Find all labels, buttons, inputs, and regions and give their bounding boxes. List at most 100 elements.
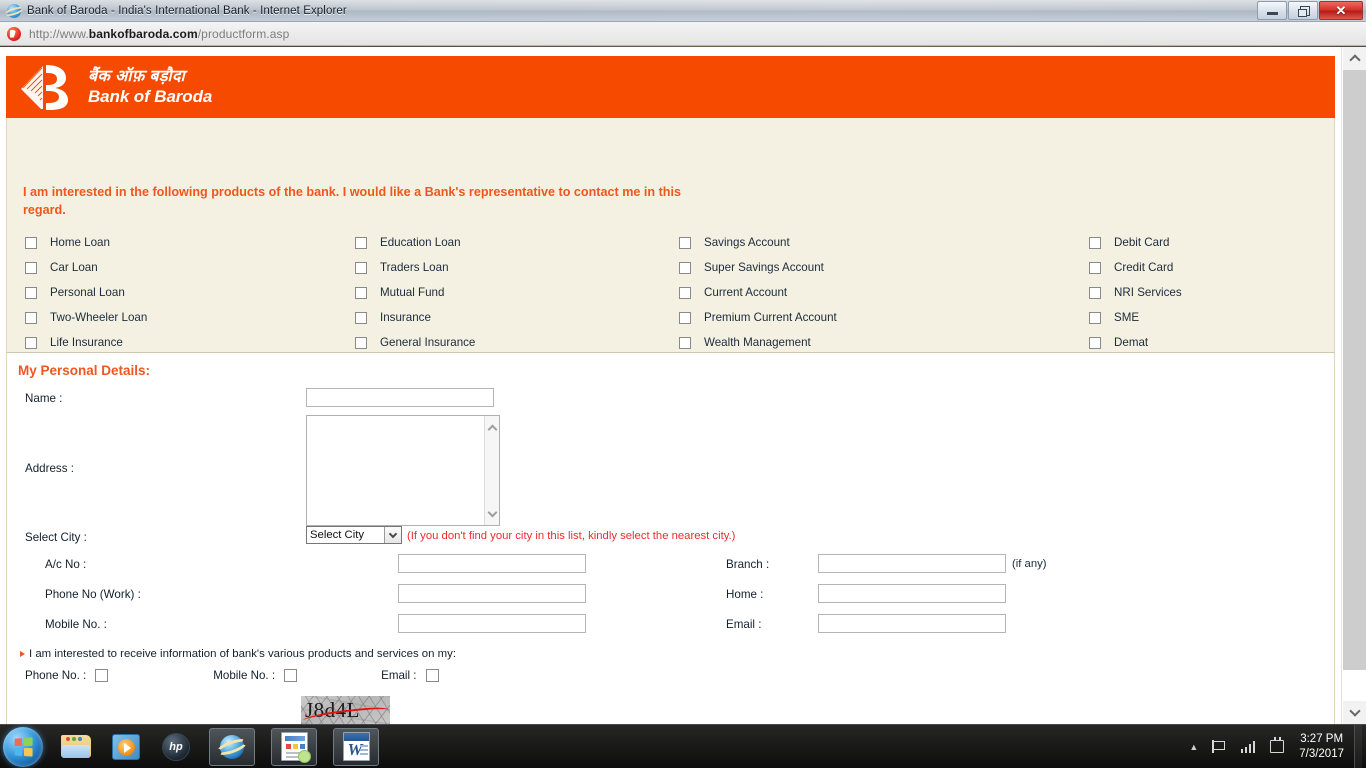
taskbar-item-media-player[interactable] <box>109 730 143 764</box>
checkbox-icon[interactable] <box>1089 261 1101 274</box>
name-input[interactable] <box>306 388 494 407</box>
checkbox-icon[interactable] <box>95 669 109 682</box>
product-option-sme[interactable]: SME <box>1089 305 1325 330</box>
product-option-debit-card[interactable]: Debit Card <box>1089 230 1325 255</box>
product-option-traders-loan[interactable]: Traders Loan <box>355 255 679 280</box>
product-option-insurance[interactable]: Insurance <box>355 305 679 330</box>
checkbox-icon[interactable] <box>679 236 691 249</box>
taskbar-item-file-explorer[interactable] <box>59 730 93 764</box>
product-option-two-wheeler-loan[interactable]: Two-Wheeler Loan <box>25 305 355 330</box>
start-button[interactable] <box>3 726 43 767</box>
address-scrollbar[interactable] <box>484 416 499 525</box>
address-bar[interactable]: http://www.bankofbaroda.com/productform.… <box>0 22 1366 46</box>
mobile-number-input[interactable] <box>398 614 586 633</box>
address-textarea[interactable] <box>306 415 500 526</box>
product-label: Personal Loan <box>50 286 125 299</box>
scrollbar-thumb[interactable] <box>1343 70 1366 670</box>
account-number-input[interactable] <box>398 554 586 573</box>
checkbox-icon[interactable] <box>425 669 439 682</box>
clock[interactable]: 3:27 PM 7/3/2017 <box>1299 732 1344 761</box>
checkbox-icon[interactable] <box>25 336 37 349</box>
checkbox-icon[interactable] <box>355 311 367 324</box>
consent-email-label: Email : <box>381 669 417 682</box>
product-option-nri-services[interactable]: NRI Services <box>1089 280 1325 305</box>
minimize-icon <box>1266 12 1278 15</box>
scroll-down-button[interactable] <box>1343 701 1366 724</box>
show-desktop-button[interactable] <box>1354 724 1362 768</box>
consent-option-phone[interactable]: Phone No. : <box>25 669 109 682</box>
home-phone-input[interactable] <box>818 584 1006 603</box>
checkbox-icon[interactable] <box>25 311 37 324</box>
internet-explorer-icon <box>3 3 25 19</box>
product-column-1: Home Loan Car Loan Personal Loan Two-Whe… <box>25 230 355 355</box>
taskbar-item-microsoft-word[interactable]: W <box>333 727 379 766</box>
checkbox-icon[interactable] <box>25 286 37 299</box>
signal-bars-icon[interactable] <box>1239 740 1257 753</box>
close-button[interactable]: ✕ <box>1319 1 1363 20</box>
consent-heading: I am interested to receive information o… <box>20 648 456 660</box>
product-option-general-insurance[interactable]: General Insurance <box>355 330 679 355</box>
scroll-down-icon[interactable] <box>485 506 500 521</box>
product-option-personal-loan[interactable]: Personal Loan <box>25 280 355 305</box>
taskbar-item-internet-explorer[interactable] <box>209 727 255 766</box>
branch-input[interactable] <box>818 554 1006 573</box>
product-option-premium-current-account[interactable]: Premium Current Account <box>679 305 1089 330</box>
taskbar-item-hp[interactable]: hp <box>159 730 193 764</box>
site-favicon <box>6 26 22 42</box>
checkbox-icon[interactable] <box>679 286 691 299</box>
checkbox-icon[interactable] <box>679 311 691 324</box>
checkbox-icon[interactable] <box>1089 286 1101 299</box>
network-plug-icon[interactable] <box>1268 737 1286 753</box>
product-option-education-loan[interactable]: Education Loan <box>355 230 679 255</box>
checkbox-icon[interactable] <box>1089 236 1101 249</box>
product-option-demat[interactable]: Demat <box>1089 330 1325 355</box>
branch-note: (if any) <box>1012 558 1047 570</box>
page-scrollbar[interactable] <box>1341 47 1366 724</box>
checkbox-icon[interactable] <box>25 236 37 249</box>
home-phone-label: Home : <box>726 588 764 601</box>
product-option-credit-card[interactable]: Credit Card <box>1089 255 1325 280</box>
checkbox-icon[interactable] <box>679 336 691 349</box>
taskbar-item-snipping-tool[interactable] <box>271 727 317 766</box>
product-option-savings-account[interactable]: Savings Account <box>679 230 1089 255</box>
city-select[interactable]: Select City <box>306 526 402 544</box>
bank-name-block: बैंक ऑफ़ बड़ौदा Bank of Baroda <box>88 68 212 107</box>
field-row-account: A/c No : Branch : (if any) <box>7 553 1334 583</box>
product-option-super-savings-account[interactable]: Super Savings Account <box>679 255 1089 280</box>
product-option-home-loan[interactable]: Home Loan <box>25 230 355 255</box>
personal-details-section: My Personal Details: Name : Address : Se… <box>6 353 1335 724</box>
product-option-life-insurance[interactable]: Life Insurance <box>25 330 355 355</box>
consent-phone-label: Phone No. : <box>25 669 87 682</box>
mobile-number-label: Mobile No. : <box>45 618 107 631</box>
show-hidden-icons-icon[interactable]: ▲ <box>1189 742 1198 752</box>
chevron-down-icon[interactable] <box>384 527 401 543</box>
phone-work-input[interactable] <box>398 584 586 603</box>
scroll-up-icon[interactable] <box>485 420 500 435</box>
bank-name-english: Bank of Baroda <box>88 86 213 106</box>
consent-option-mobile[interactable]: Mobile No. : <box>213 669 298 682</box>
checkbox-icon[interactable] <box>1089 336 1101 349</box>
checkbox-icon[interactable] <box>355 286 367 299</box>
product-option-car-loan[interactable]: Car Loan <box>25 255 355 280</box>
checkbox-icon[interactable] <box>25 261 37 274</box>
product-option-mutual-fund[interactable]: Mutual Fund <box>355 280 679 305</box>
checkbox-icon[interactable] <box>1089 311 1101 324</box>
word-icon: W <box>342 732 370 761</box>
action-flag-icon[interactable] <box>1210 740 1228 753</box>
email-input[interactable] <box>818 614 1006 633</box>
checkbox-icon[interactable] <box>355 336 367 349</box>
checkbox-icon[interactable] <box>355 261 367 274</box>
scroll-up-button[interactable] <box>1343 47 1366 70</box>
product-option-wealth-management[interactable]: Wealth Management <box>679 330 1089 355</box>
checkbox-icon[interactable] <box>679 261 691 274</box>
bank-name-hindi: बैंक ऑफ़ बड़ौदा <box>88 67 186 85</box>
checkbox-icon[interactable] <box>284 669 298 682</box>
product-option-current-account[interactable]: Current Account <box>679 280 1089 305</box>
checkbox-icon[interactable] <box>355 236 367 249</box>
product-label: Traders Loan <box>380 261 449 274</box>
product-label: Debit Card <box>1114 236 1170 249</box>
consent-option-email[interactable]: Email : <box>381 669 439 682</box>
minimize-button[interactable] <box>1257 1 1287 20</box>
restore-button[interactable] <box>1288 1 1318 20</box>
section-title: My Personal Details: <box>18 363 151 378</box>
